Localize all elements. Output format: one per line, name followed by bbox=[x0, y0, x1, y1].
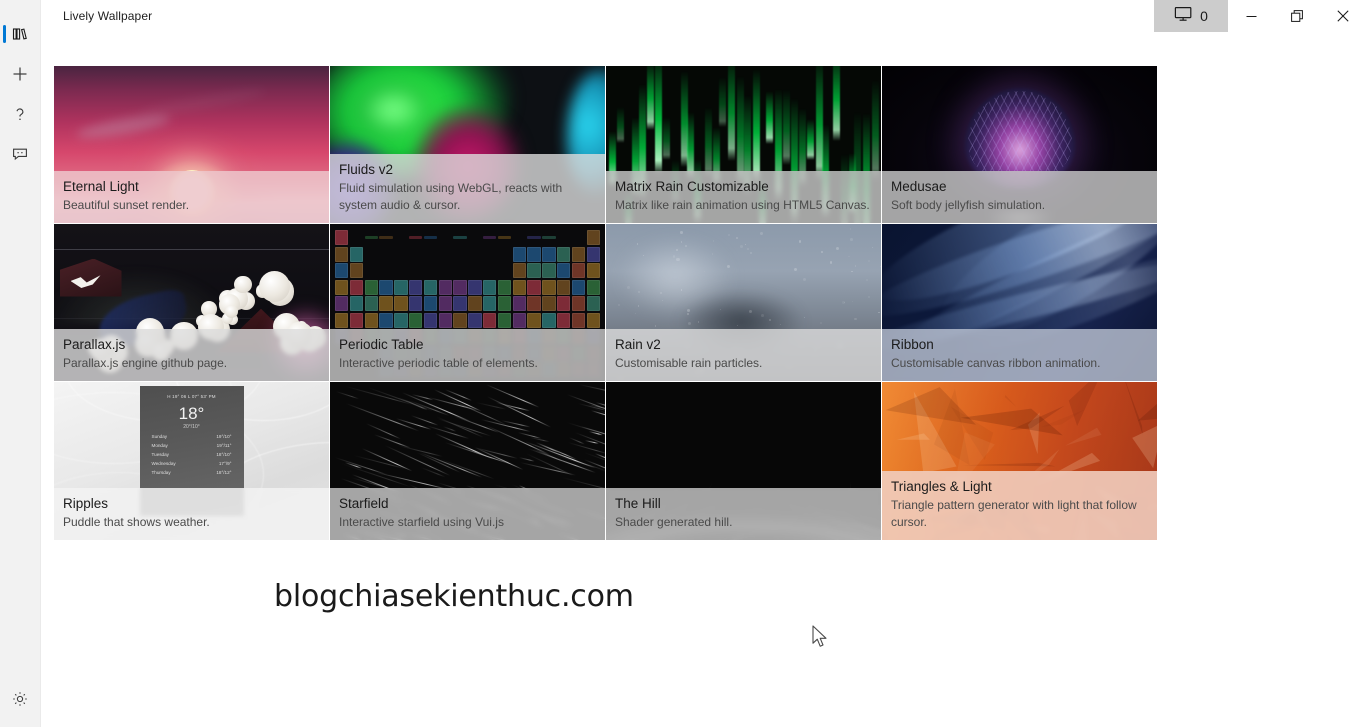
sidebar-item-library[interactable] bbox=[0, 14, 41, 54]
wallpaper-title: The Hill bbox=[615, 496, 661, 511]
forecast-day: Thursday bbox=[151, 470, 171, 475]
wallpaper-tile-starfield[interactable]: Starfield Interactive starfield using Vu… bbox=[330, 382, 605, 540]
gear-icon bbox=[10, 689, 30, 709]
weather-high-low: 20°/10° bbox=[183, 424, 200, 430]
wallpaper-caption: Fluids v2 Fluid simulation using WebGL, … bbox=[330, 154, 605, 223]
weather-top-line: H 19° 06 L 07° 53' PM bbox=[167, 394, 216, 399]
wallpaper-tile-ripples[interactable]: H 19° 06 L 07° 53' PM 18° 20°/10° Sunday… bbox=[54, 382, 329, 540]
wallpaper-description: Interactive periodic table of elements. bbox=[339, 356, 538, 370]
watermark-text: blogchiasekienthuc.com bbox=[274, 579, 634, 614]
weather-forecast-row: Monday 19°/11° bbox=[146, 443, 238, 448]
lively-wallpaper-window: Lively Wallpaper 0 Eternal Light Beautif… bbox=[0, 0, 1366, 727]
wallpaper-title: Periodic Table bbox=[339, 337, 424, 352]
wallpaper-title: Ripples bbox=[63, 496, 109, 511]
wallpaper-tile-the-hill[interactable]: The Hill Shader generated hill. bbox=[606, 382, 881, 540]
sidebar-item-feedback[interactable] bbox=[0, 134, 41, 174]
wallpaper-title: Parallax.js bbox=[63, 337, 126, 352]
app-title: Lively Wallpaper bbox=[63, 9, 153, 23]
weather-forecast-row: Sunday 19°/10° bbox=[146, 434, 238, 439]
wallpaper-caption: Eternal Light Beautiful sunset render. bbox=[54, 171, 329, 223]
titlebar: Lively Wallpaper 0 bbox=[41, 0, 1366, 32]
wallpaper-title: Ribbon bbox=[891, 337, 934, 352]
screen-selector-button[interactable]: 0 bbox=[1154, 0, 1228, 32]
wallpaper-description: Matrix like rain animation using HTML5 C… bbox=[615, 198, 870, 212]
forecast-day: Tuesday bbox=[151, 452, 169, 457]
wallpaper-title: Rain v2 bbox=[615, 337, 661, 352]
sidebar-item-add[interactable] bbox=[0, 54, 41, 94]
wallpaper-caption: Periodic Table Interactive periodic tabl… bbox=[330, 329, 605, 381]
feedback-icon bbox=[10, 144, 30, 164]
weather-temperature: 18° bbox=[178, 404, 205, 423]
wallpaper-title: Matrix Rain Customizable bbox=[615, 179, 769, 194]
sidebar-bottom-group bbox=[0, 679, 41, 727]
weather-forecast-row: Thursday 18°/12° bbox=[146, 470, 238, 475]
wallpaper-caption: Ripples Puddle that shows weather. bbox=[54, 488, 329, 540]
wallpaper-tile-medusae[interactable]: Medusae Soft body jellyfish simulation. bbox=[882, 66, 1157, 223]
weather-forecast-row: Wednesday 17°/9° bbox=[146, 461, 238, 466]
plus-icon bbox=[10, 64, 30, 84]
forecast-day: Sunday bbox=[151, 434, 168, 439]
wallpaper-description: Soft body jellyfish simulation. bbox=[891, 198, 1046, 212]
maximize-restore-button[interactable] bbox=[1274, 0, 1320, 32]
forecast-range: 17°/9° bbox=[218, 461, 232, 466]
wallpaper-caption: Triangles & Light Triangle pattern gener… bbox=[882, 471, 1157, 540]
sidebar-item-settings[interactable] bbox=[0, 679, 41, 719]
monitor-icon bbox=[1174, 6, 1193, 27]
wallpaper-caption: Medusae Soft body jellyfish simulation. bbox=[882, 171, 1157, 223]
forecast-range: 18°/10° bbox=[216, 452, 232, 457]
wallpaper-grid: Eternal Light Beautiful sunset render. F… bbox=[54, 66, 1157, 540]
sidebar bbox=[0, 0, 41, 727]
wallpaper-description: Customisable canvas ribbon animation. bbox=[891, 356, 1101, 370]
wallpaper-tile-periodic-table[interactable]: Periodic Table Interactive periodic tabl… bbox=[330, 224, 605, 381]
main-content: Lively Wallpaper 0 Eternal Light Beautif… bbox=[41, 0, 1366, 727]
close-button[interactable] bbox=[1320, 0, 1366, 32]
weather-forecast-row: Tuesday 18°/10° bbox=[146, 452, 238, 457]
wallpaper-tile-eternal-light[interactable]: Eternal Light Beautiful sunset render. bbox=[54, 66, 329, 223]
wallpaper-caption: Matrix Rain Customizable Matrix like rai… bbox=[606, 171, 881, 223]
wallpaper-description: Puddle that shows weather. bbox=[63, 515, 210, 529]
wallpaper-title: Fluids v2 bbox=[339, 162, 394, 177]
wallpaper-tile-triangles-and-light[interactable]: Triangles & Light Triangle pattern gener… bbox=[882, 382, 1157, 540]
wallpaper-title: Starfield bbox=[339, 496, 389, 511]
wallpaper-tile-matrix-rain-customizable[interactable]: Matrix Rain Customizable Matrix like rai… bbox=[606, 66, 881, 223]
wallpaper-description: Parallax.js engine github page. bbox=[63, 356, 228, 370]
wallpaper-description: Triangle pattern generator with light th… bbox=[891, 498, 1137, 529]
sidebar-top-group bbox=[0, 0, 41, 174]
wallpaper-caption: The Hill Shader generated hill. bbox=[606, 488, 881, 540]
sidebar-item-help[interactable] bbox=[0, 94, 41, 134]
wallpaper-title: Triangles & Light bbox=[891, 479, 992, 494]
screen-count-label: 0 bbox=[1200, 8, 1208, 24]
wallpaper-description: Shader generated hill. bbox=[615, 515, 733, 529]
wallpaper-tile-parallax-js[interactable]: Parallax.js Parallax.js engine github pa… bbox=[54, 224, 329, 381]
wallpaper-description: Fluid simulation using WebGL, reacts wit… bbox=[339, 181, 563, 212]
help-icon bbox=[10, 104, 30, 124]
library-icon bbox=[10, 24, 30, 44]
wallpaper-caption: Rain v2 Customisable rain particles. bbox=[606, 329, 881, 381]
wallpaper-description: Beautiful sunset render. bbox=[63, 198, 190, 212]
wallpaper-title: Eternal Light bbox=[63, 179, 139, 194]
minimize-button[interactable] bbox=[1228, 0, 1274, 32]
wallpaper-tile-ribbon[interactable]: Ribbon Customisable canvas ribbon animat… bbox=[882, 224, 1157, 381]
wallpaper-tile-rain-v2[interactable]: Rain v2 Customisable rain particles. bbox=[606, 224, 881, 381]
wallpaper-title: Medusae bbox=[891, 179, 947, 194]
wallpaper-tile-fluids-v2[interactable]: Fluids v2 Fluid simulation using WebGL, … bbox=[330, 66, 605, 223]
wallpaper-caption: Ribbon Customisable canvas ribbon animat… bbox=[882, 329, 1157, 381]
wallpaper-caption: Parallax.js Parallax.js engine github pa… bbox=[54, 329, 329, 381]
forecast-range: 19°/11° bbox=[216, 443, 232, 448]
wallpaper-description: Customisable rain particles. bbox=[615, 356, 763, 370]
forecast-range: 18°/12° bbox=[216, 470, 232, 475]
forecast-range: 19°/10° bbox=[216, 434, 232, 439]
mouse-cursor bbox=[812, 625, 829, 654]
wallpaper-description: Interactive starfield using Vui.js bbox=[339, 515, 504, 529]
wallpaper-caption: Starfield Interactive starfield using Vu… bbox=[330, 488, 605, 540]
forecast-day: Monday bbox=[151, 443, 168, 448]
forecast-day: Wednesday bbox=[151, 461, 176, 466]
